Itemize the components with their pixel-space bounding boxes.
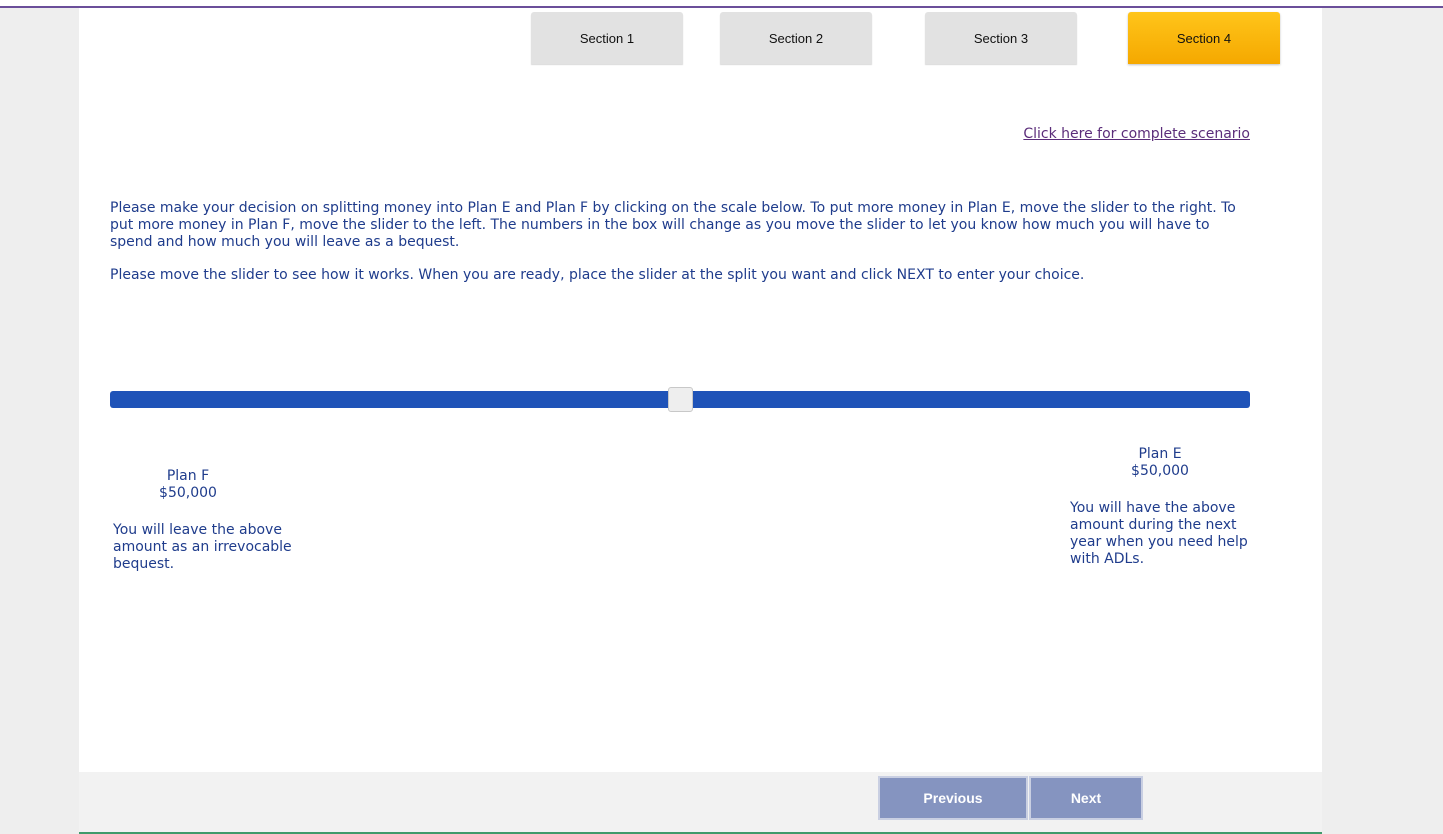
tab-section-4[interactable]: Section 4 [1128,12,1280,64]
instructions-paragraph-1: Please make your decision on splitting m… [110,200,1236,250]
tab-section-1[interactable]: Section 1 [531,12,683,64]
slider-thumb[interactable] [668,387,693,412]
plan-f-description: You will leave the above amount as an ir… [113,522,292,572]
plan-e-amount: $50,000 [1131,463,1189,479]
plan-e-panel: Plan E $50,000 You will have the above a… [1070,446,1250,568]
complete-scenario-link[interactable]: Click here for complete scenario [1023,126,1250,142]
tab-section-2[interactable]: Section 2 [720,12,872,64]
allocation-slider[interactable] [110,387,1250,412]
plan-e-description: You will have the above amount during th… [1070,500,1248,567]
footer-nav-bar: Previous Next [79,772,1322,834]
instructions: Please make your decision on splitting m… [110,200,1250,300]
previous-button[interactable]: Previous [878,776,1028,820]
instructions-paragraph-2: Please move the slider to see how it wor… [110,267,1085,283]
plan-f-amount: $50,000 [159,485,217,501]
plan-e-name: Plan E [1138,446,1182,462]
tab-section-3[interactable]: Section 3 [925,12,1077,64]
plan-f-name: Plan F [166,468,210,484]
top-border [0,0,1443,8]
next-button[interactable]: Next [1029,776,1143,820]
survey-page: Section 1 Section 2 Section 3 Section 4 … [79,8,1322,834]
plan-f-panel: Plan F $50,000 You will leave the above … [113,468,313,573]
